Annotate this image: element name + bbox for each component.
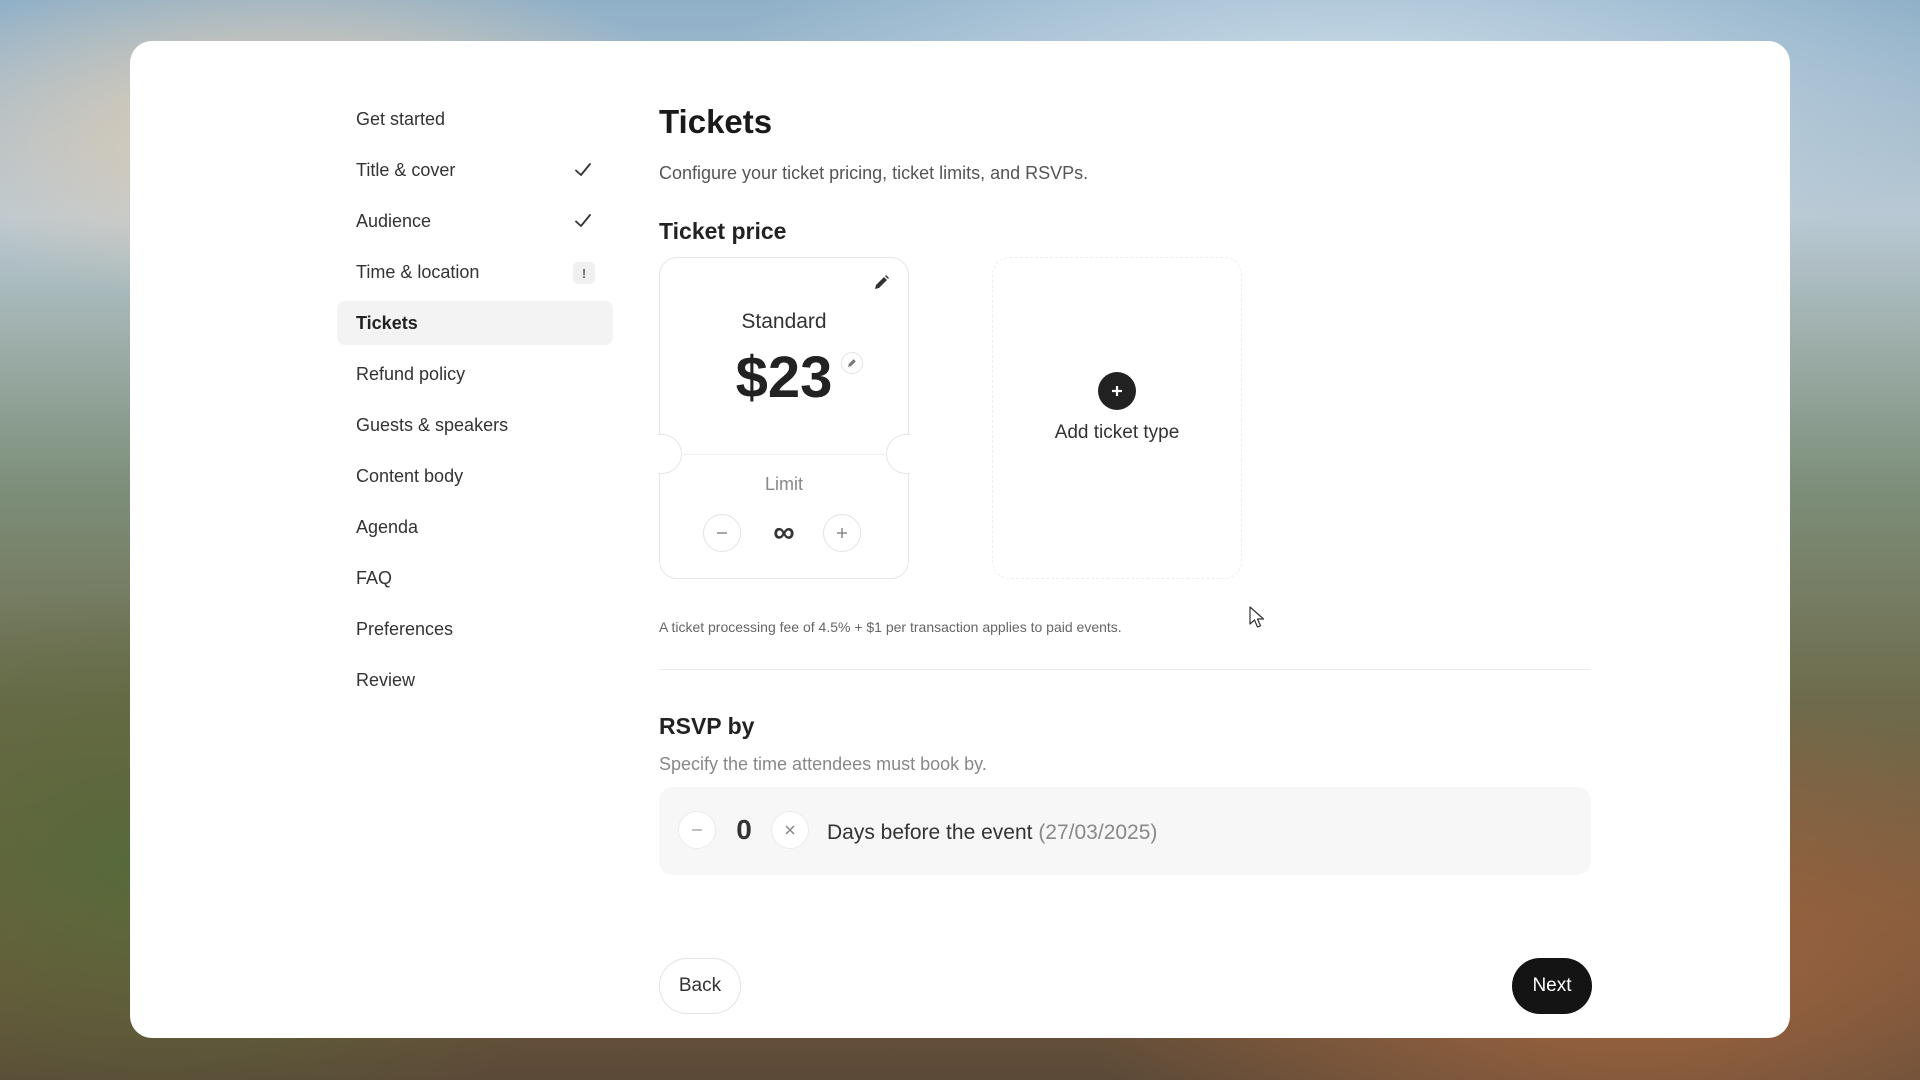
ticket-divider <box>684 454 884 455</box>
next-button[interactable]: Next <box>1512 958 1592 1014</box>
sidebar-item-refund-policy[interactable]: Refund policy <box>337 352 613 396</box>
limit-increase-button[interactable] <box>823 514 861 552</box>
sidebar-item-title-cover[interactable]: Title & cover <box>337 148 613 192</box>
sidebar-item-label: Review <box>356 669 416 690</box>
plus-icon <box>837 528 847 538</box>
sidebar-item-label: Guests & speakers <box>356 414 509 435</box>
add-ticket-type-card[interactable]: Add ticket type <box>992 257 1242 579</box>
sidebar-item-time-location[interactable]: Time & location ! <box>337 250 613 294</box>
checkmark-icon <box>575 163 591 176</box>
rsvp-event-date: (27/03/2025) <box>1038 821 1158 844</box>
plus-circle-icon <box>1098 372 1136 410</box>
rsvp-decrease-button[interactable] <box>678 811 716 849</box>
ticket-card-standard: Standard $23 Limit ∞ <box>658 257 910 579</box>
add-ticket-type-label: Add ticket type <box>1054 422 1180 443</box>
rsvp-description: Days before the event (27/03/2025) <box>827 821 1157 845</box>
wizard-card: Get started Title & cover Audience Time … <box>130 41 1790 1038</box>
rsvp-clear-button[interactable] <box>771 811 809 849</box>
ticket-notch <box>886 434 910 474</box>
mouse-pointer-icon <box>1249 606 1265 628</box>
page-subtitle: Configure your ticket pricing, ticket li… <box>659 163 1089 183</box>
sidebar-item-label: Content body <box>356 465 464 486</box>
main-content: Tickets Configure your ticket pricing, t… <box>658 103 1591 875</box>
checkmark-icon <box>575 214 591 227</box>
pencil-icon <box>848 359 856 367</box>
ticket-list: Standard $23 Limit ∞ Add ticket type <box>658 257 1591 581</box>
ticket-name: Standard <box>741 310 827 333</box>
sidebar-item-label: Agenda <box>356 516 419 537</box>
sidebar-item-agenda[interactable]: Agenda <box>337 505 613 549</box>
sidebar-item-content-body[interactable]: Content body <box>337 454 613 498</box>
ticket-price[interactable]: $23 <box>660 344 908 411</box>
page-title: Tickets <box>659 103 773 140</box>
sidebar-item-label: Get started <box>356 108 446 129</box>
rsvp-heading: RSVP by <box>659 713 755 739</box>
rsvp-days-text: Days before the event <box>827 821 1033 844</box>
sidebar-item-label: Tickets <box>356 312 418 333</box>
sidebar-item-label: Time & location <box>356 261 480 282</box>
sidebar-item-tickets[interactable]: Tickets <box>337 301 613 345</box>
edit-price-button[interactable] <box>841 352 863 374</box>
sidebar-item-guests-speakers[interactable]: Guests & speakers <box>337 403 613 447</box>
sidebar-item-label: Preferences <box>356 618 454 639</box>
sidebar-item-label: FAQ <box>356 567 393 588</box>
close-icon <box>785 825 795 835</box>
section-divider <box>659 669 1591 670</box>
back-button[interactable]: Back <box>659 958 741 1014</box>
limit-label: Limit <box>764 474 803 494</box>
pencil-icon[interactable] <box>870 272 892 294</box>
sidebar-item-preferences[interactable]: Preferences <box>337 607 613 651</box>
sidebar-item-label: Audience <box>356 210 432 231</box>
sidebar-item-review[interactable]: Review <box>337 658 613 702</box>
sidebar-nav: Get started Title & cover Audience Time … <box>337 97 613 709</box>
limit-stepper: ∞ <box>660 514 908 552</box>
sidebar-item-get-started[interactable]: Get started <box>337 97 613 141</box>
sidebar-item-faq[interactable]: FAQ <box>337 556 613 600</box>
sidebar-item-label: Refund policy <box>356 363 466 384</box>
sidebar-item-audience[interactable]: Audience <box>337 199 613 243</box>
ticket-notch <box>658 434 682 474</box>
warning-badge: ! <box>573 262 595 284</box>
rsvp-stepper: 0 Days before the event (27/03/2025) <box>659 787 1591 875</box>
limit-value: ∞ <box>773 516 795 549</box>
ticket-price-heading: Ticket price <box>659 218 787 244</box>
rsvp-days-value[interactable]: 0 <box>729 811 759 849</box>
sidebar-item-label: Title & cover <box>356 159 456 180</box>
minus-icon <box>692 829 702 831</box>
rsvp-subtitle: Specify the time attendees must book by. <box>659 754 987 774</box>
fee-note: A ticket processing fee of 4.5% + $1 per… <box>659 619 1122 635</box>
